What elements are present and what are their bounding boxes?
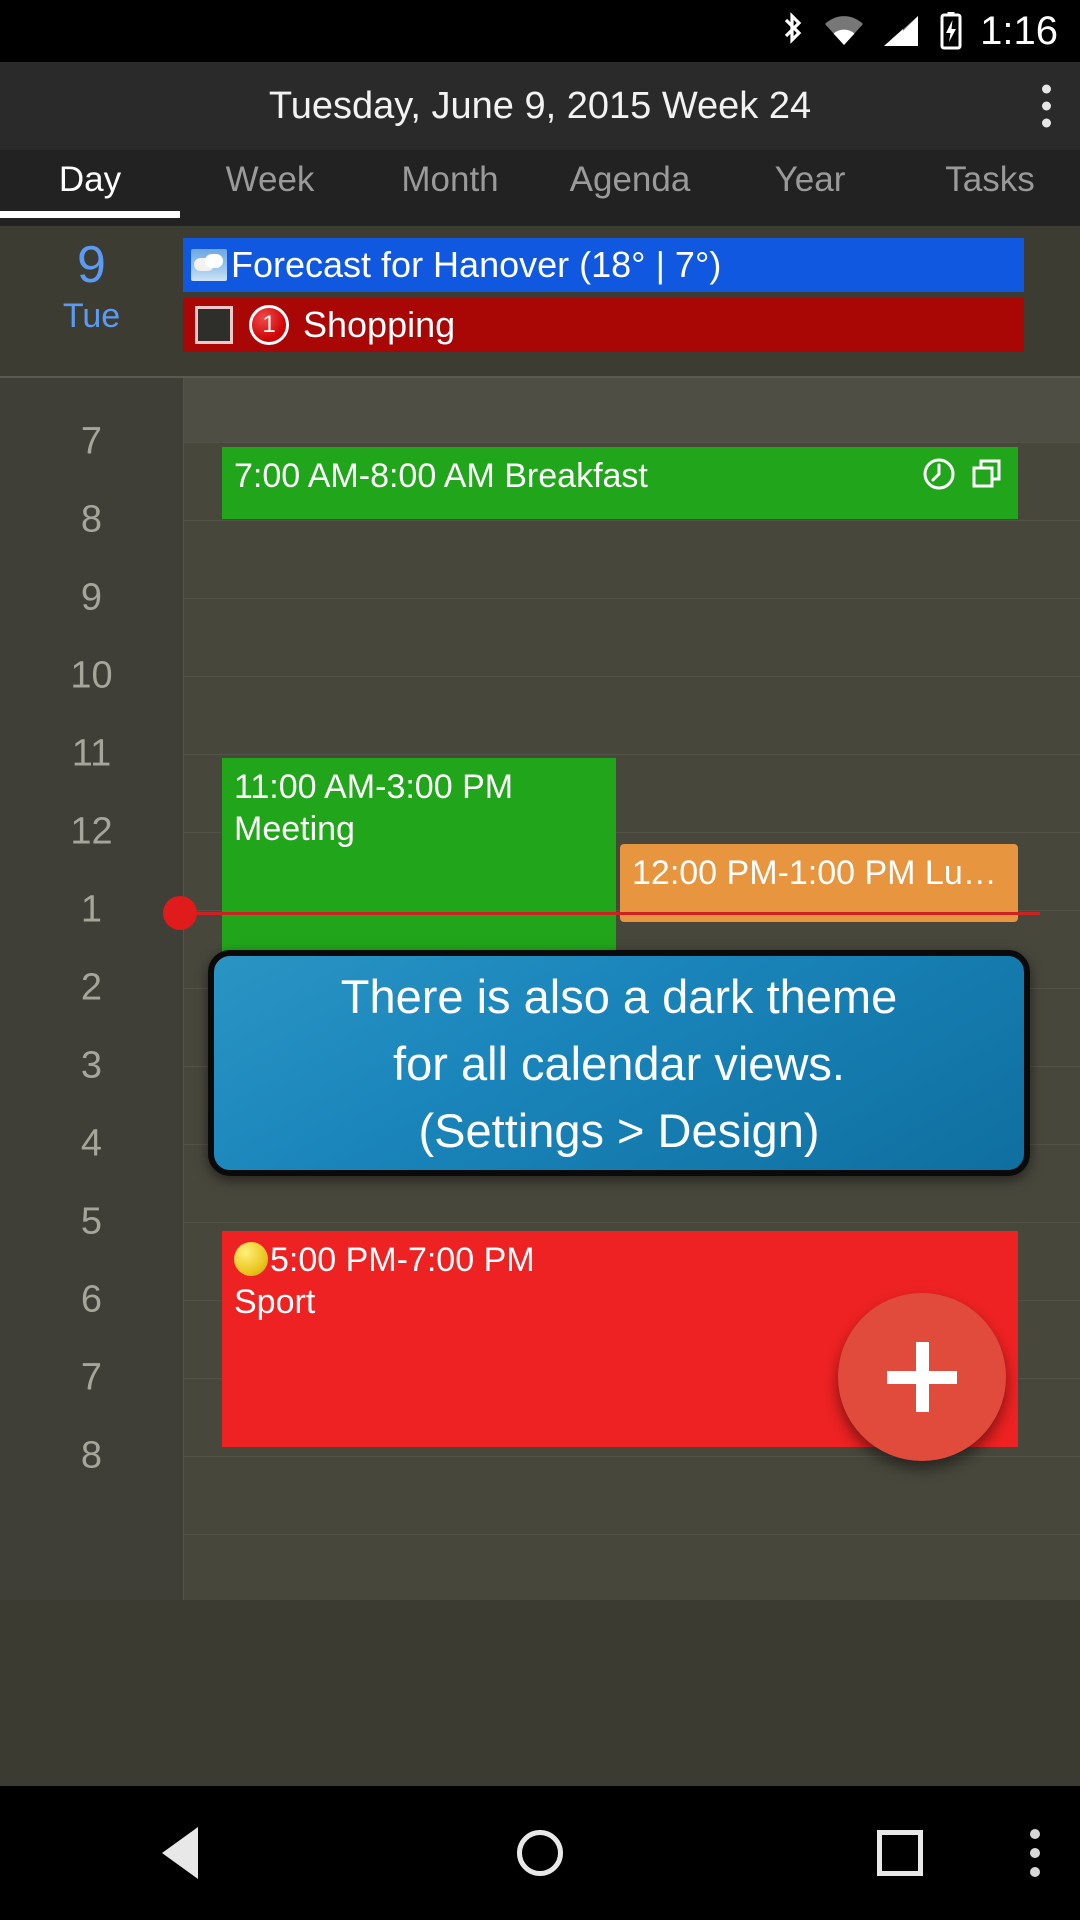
tooltip-line-1: There is also a dark theme — [340, 969, 898, 1023]
hour-label: 7 — [80, 1356, 103, 1399]
hour-label: 8 — [80, 498, 103, 541]
task-priority-badge: 1 — [249, 305, 289, 345]
event-time: 5:00 PM-7:00 PM — [270, 1241, 535, 1279]
day-number: 9 — [77, 236, 106, 294]
hour-label: 8 — [80, 1434, 103, 1477]
current-time-line — [183, 912, 1040, 915]
allday-events-list: Forecast for Hanover (18° | 7°) 1 Shoppi… — [183, 226, 1080, 376]
event-label: 12:00 PM-1:00 PM Lu… — [632, 854, 997, 892]
event-time: 11:00 AM-3:00 PM — [234, 768, 514, 806]
system-navigation-bar — [0, 1786, 1080, 1920]
event-breakfast[interactable]: 7:00 AM-8:00 AM Breakfast — [222, 447, 1018, 519]
allday-event-label: Shopping — [303, 304, 456, 345]
bluetooth-icon — [785, 12, 802, 44]
overflow-menu-icon[interactable] — [1040, 84, 1052, 128]
recents-button[interactable] — [720, 1830, 1080, 1876]
tab-agenda[interactable]: Agenda — [540, 150, 720, 210]
signal-icon — [884, 16, 919, 46]
tab-month[interactable]: Month — [360, 150, 540, 210]
home-button[interactable] — [360, 1830, 720, 1876]
gridline — [183, 1534, 1080, 1535]
view-tabs: Day Week Month Agenda Year Tasks — [0, 150, 1080, 226]
tooltip-line-3: (Settings > Design) — [418, 1103, 820, 1157]
grid-column-separator — [183, 378, 184, 1600]
tab-week[interactable]: Week — [180, 150, 360, 210]
action-bar: Tuesday, June 9, 2015 Week 24 — [0, 62, 1080, 150]
gridline — [183, 1222, 1080, 1223]
allday-event-forecast[interactable]: Forecast for Hanover (18° | 7°) — [183, 238, 1024, 292]
wifi-icon — [825, 16, 864, 45]
event-badges — [922, 457, 1004, 491]
event-lunch[interactable]: 12:00 PM-1:00 PM Lu… — [620, 844, 1018, 922]
hour-label: 2 — [80, 966, 103, 1009]
sport-ball-icon — [234, 1242, 268, 1276]
hour-label: 11 — [71, 732, 112, 775]
home-circle-icon — [517, 1830, 563, 1876]
gridline — [183, 754, 1080, 755]
past-hours-shading — [183, 378, 1080, 442]
battery-charging-icon — [940, 12, 962, 50]
alarm-clock-icon — [923, 458, 955, 490]
event-title: Meeting — [234, 810, 355, 848]
onboarding-tooltip[interactable]: There is also a dark theme for all calen… — [208, 950, 1030, 1176]
calendar-app-screen: 1:16 Tuesday, June 9, 2015 Week 24 Day W… — [0, 0, 1080, 1920]
day-header: 9 Tue Forecast for Hanover (18° | 7°) 1 … — [0, 226, 1080, 378]
hour-label: 9 — [80, 576, 103, 619]
hour-label: 3 — [80, 1044, 103, 1087]
hour-label: 4 — [80, 1122, 103, 1165]
gridline — [183, 520, 1080, 521]
tab-year[interactable]: Year — [720, 150, 900, 210]
allday-event-task-shopping[interactable]: 1 Shopping — [183, 298, 1024, 352]
task-checkbox[interactable] — [195, 306, 233, 344]
status-bar: 1:16 — [0, 0, 1080, 62]
plus-icon-vertical — [915, 1342, 929, 1412]
status-icons — [780, 11, 964, 51]
tab-day[interactable]: Day — [0, 150, 180, 210]
gridline — [183, 442, 1080, 443]
tab-tasks[interactable]: Tasks — [900, 150, 1080, 210]
hour-label: 6 — [80, 1278, 103, 1321]
add-event-button[interactable] — [838, 1293, 1006, 1461]
gridline — [183, 676, 1080, 677]
hour-label: 10 — [70, 654, 113, 697]
current-time-dot — [163, 896, 197, 930]
gridline — [183, 598, 1080, 599]
event-label: 7:00 AM-8:00 AM Breakfast — [234, 457, 648, 495]
more-button[interactable] — [1030, 1829, 1040, 1877]
status-time: 1:16 — [980, 9, 1058, 53]
page-title: Tuesday, June 9, 2015 Week 24 — [268, 84, 812, 127]
active-tab-indicator — [0, 211, 180, 218]
day-time-grid[interactable]: 7 8 9 10 11 12 1 2 3 4 5 6 7 8 7:00 AM-8… — [0, 378, 1080, 1600]
day-date-column[interactable]: 9 Tue — [0, 226, 183, 376]
hour-label: 5 — [80, 1200, 103, 1243]
back-triangle-icon — [162, 1827, 198, 1879]
repeat-copy-icon — [972, 459, 1001, 488]
hour-label: 12 — [70, 810, 113, 853]
allday-event-label: Forecast for Hanover (18° | 7°) — [231, 244, 722, 285]
recents-square-icon — [877, 1830, 923, 1876]
tooltip-line-2: for all calendar views. — [393, 1036, 845, 1090]
event-time-row: 5:00 PM-7:00 PM — [234, 1239, 1006, 1281]
weather-cloud-icon — [191, 249, 227, 281]
back-button[interactable] — [0, 1827, 360, 1879]
hour-label: 7 — [80, 420, 103, 463]
day-name: Tue — [62, 297, 121, 335]
hour-label: 1 — [80, 888, 103, 931]
